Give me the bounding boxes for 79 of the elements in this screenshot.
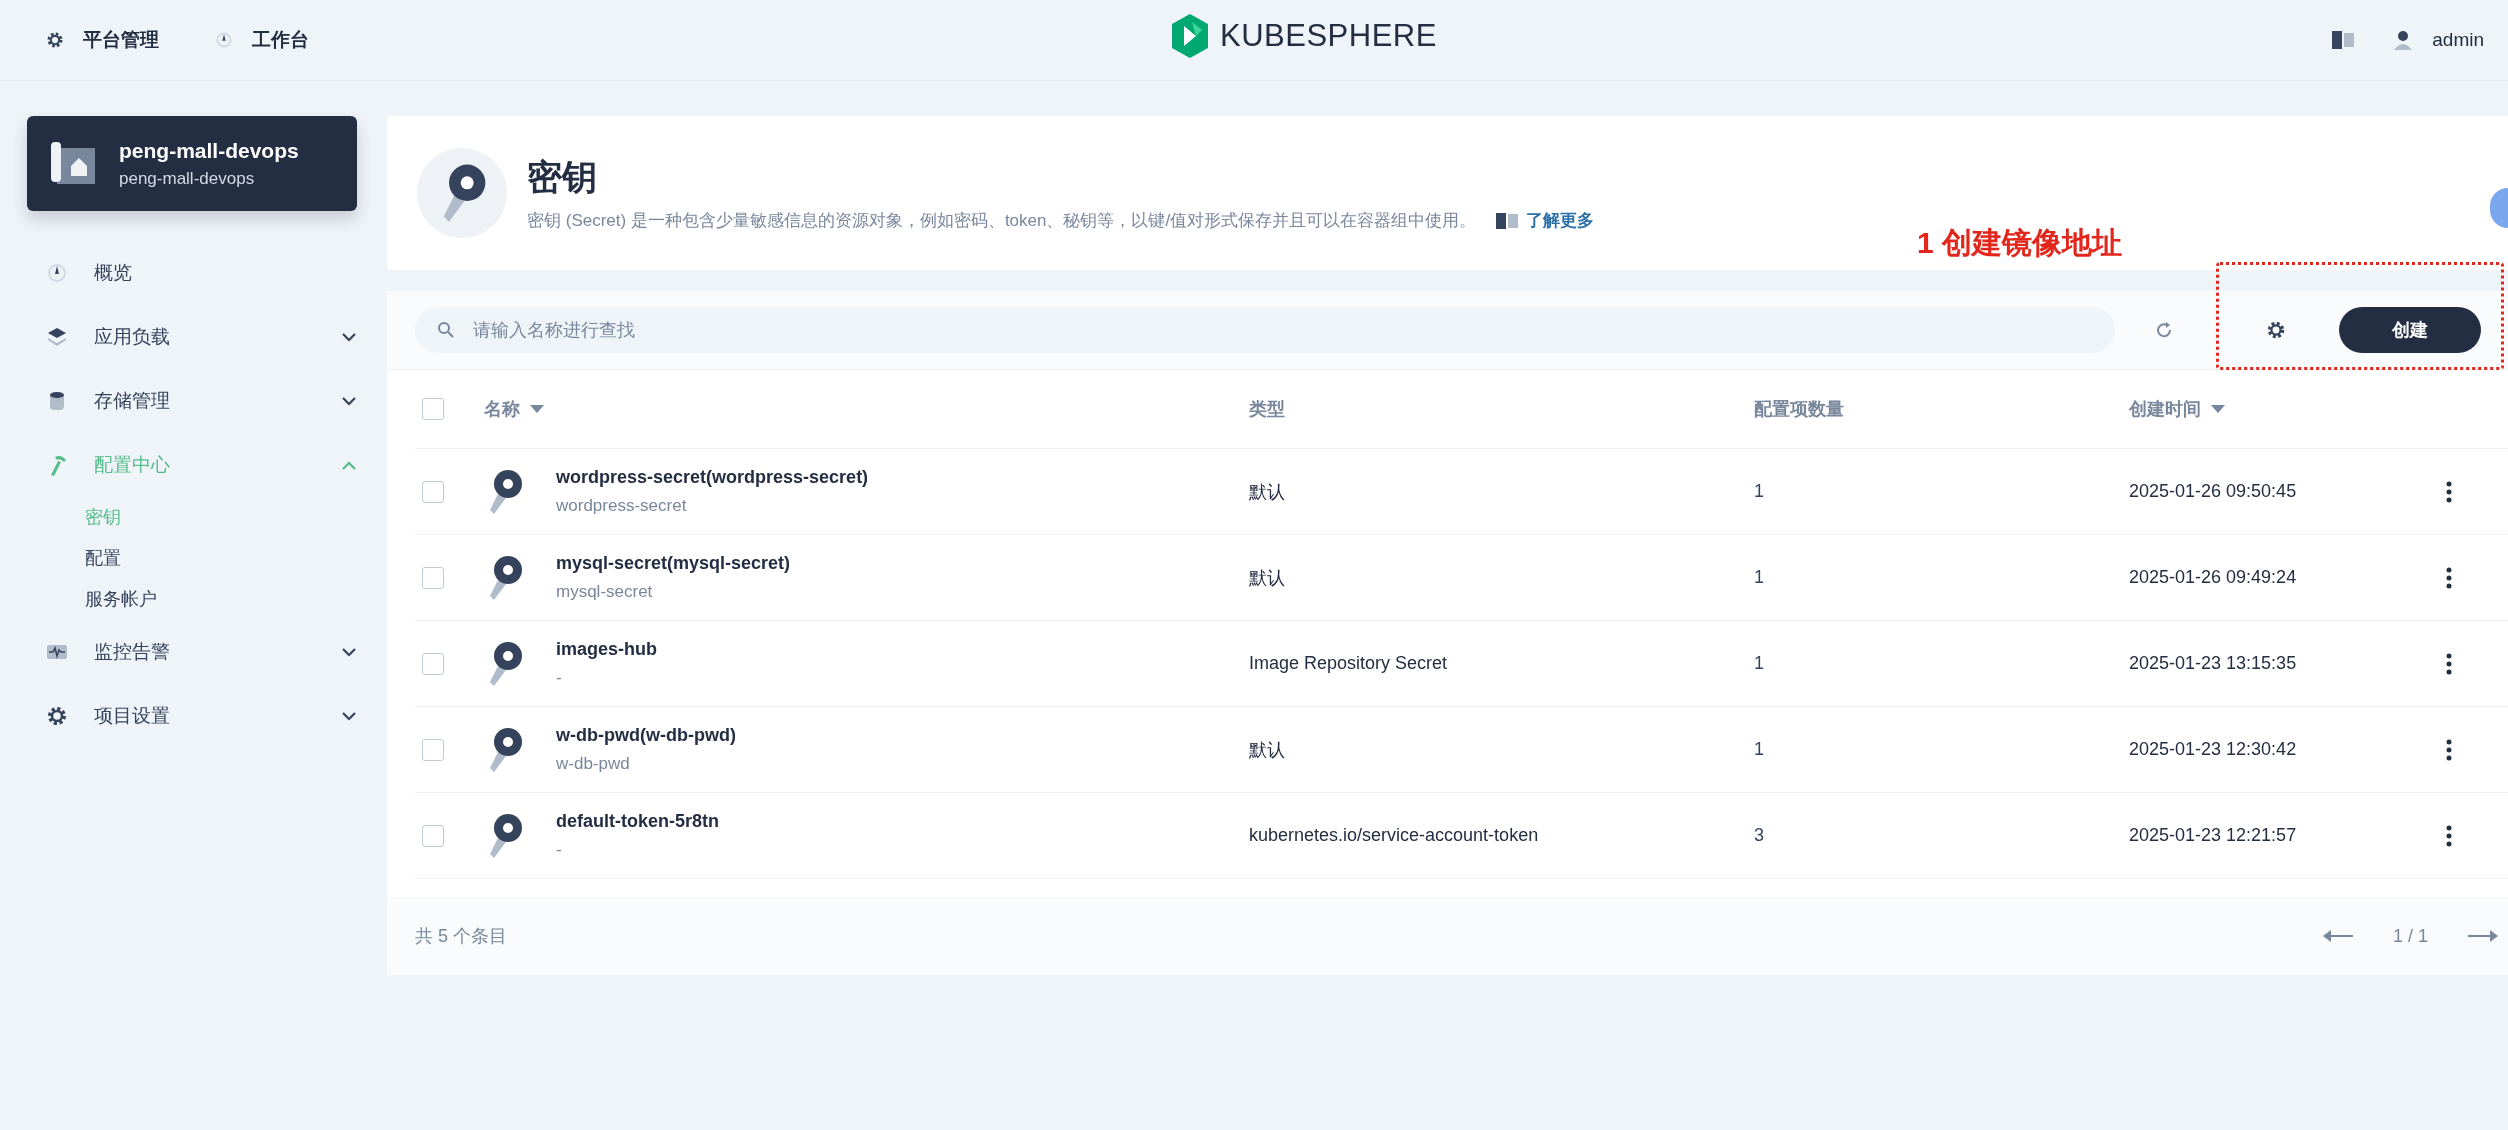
project-title: peng-mall-devops <box>119 138 299 163</box>
table-cell: 2025-01-26 09:50:45 <box>2129 481 2297 501</box>
sort-caret-icon <box>530 405 544 413</box>
nav-link[interactable]: 工作台 <box>252 27 309 53</box>
page-description: 密钥 (Secret) 是一种包含少量敏感信息的资源对象，例如密码、token、秘钥等，以键/值对形式保存并且可以在容器组中使用。 <box>527 210 1477 232</box>
column-header: 类型 <box>1249 398 1285 421</box>
column-header[interactable]: 创建时间 <box>2129 397 2225 421</box>
page-indicator: 1 / 1 <box>2392 925 2428 947</box>
column-header[interactable]: 名称 <box>484 397 544 421</box>
logo-text: KUBESPHERE <box>1220 18 1437 54</box>
sidebar-item[interactable]: 存储管理 <box>0 369 387 433</box>
checkbox[interactable] <box>422 738 444 761</box>
checkbox[interactable] <box>422 566 444 589</box>
learn-more-link[interactable]: 了解更多 <box>1526 209 1595 232</box>
gauge-icon <box>45 261 69 285</box>
more-icon[interactable] <box>2446 480 2452 503</box>
more-icon[interactable] <box>2446 566 2452 589</box>
arrow-left-icon[interactable] <box>2322 929 2353 943</box>
table-cell: 2025-01-26 09:49:24 <box>2129 567 2297 587</box>
table-cell: 2025-01-23 12:30:42 <box>2129 739 2297 759</box>
table-cell: 1 <box>1754 481 1764 501</box>
table-cell: 1 <box>1754 653 1764 673</box>
table-cell: 默认 <box>1249 481 1285 502</box>
checkbox[interactable] <box>422 824 444 847</box>
user-name[interactable]: admin <box>2432 29 2484 51</box>
project-icon <box>51 141 95 186</box>
secret-name[interactable]: images-hub <box>556 639 1249 660</box>
checkbox[interactable] <box>422 398 444 420</box>
table-cell: 默认 <box>1249 567 1285 588</box>
checkbox[interactable] <box>422 480 444 503</box>
layers-icon <box>45 325 69 349</box>
checkbox[interactable] <box>422 652 444 675</box>
secret-alias: mysql-secret <box>556 582 654 602</box>
page-title: 密钥 <box>527 156 598 198</box>
sidebar-item[interactable]: 概览 <box>0 241 387 305</box>
column-header: 配置项数量 <box>1754 398 1844 421</box>
table-cell: 1 <box>1754 739 1764 759</box>
sort-caret-icon <box>2211 405 2225 413</box>
secret-name[interactable]: w-db-pwd(w-db-pwd) <box>556 725 1249 746</box>
create-button[interactable]: 创建 <box>2339 307 2481 353</box>
search-icon <box>437 321 455 339</box>
sidebar-item[interactable]: 监控告警 <box>0 620 387 684</box>
book-icon <box>1496 212 1519 229</box>
logo-icon <box>1170 14 1210 58</box>
table-cell: 2025-01-23 13:15:35 <box>2129 653 2297 673</box>
book-icon[interactable] <box>2332 31 2355 49</box>
secret-alias: w-db-pwd <box>556 754 631 774</box>
secret-alias: - <box>556 668 563 688</box>
gear-icon <box>45 30 65 50</box>
arrow-right-icon[interactable] <box>2468 929 2498 943</box>
project-card[interactable]: peng-mall-devops peng-mall-devops <box>27 116 357 211</box>
settings-icon[interactable] <box>2265 319 2287 341</box>
secret-name[interactable]: default-token-5r8tn <box>556 811 1249 832</box>
more-icon[interactable] <box>2446 652 2452 675</box>
gear-icon <box>45 704 69 728</box>
nav-link[interactable]: 平台管理 <box>83 27 159 53</box>
annotation-text: 1 创建镜像地址 <box>1917 225 2123 261</box>
secret-alias: wordpress-secret <box>556 496 688 516</box>
project-subtitle: peng-mall-devops <box>119 168 256 189</box>
more-icon[interactable] <box>2446 824 2452 847</box>
table-cell: 默认 <box>1249 739 1285 760</box>
secret-name[interactable]: mysql-secret(mysql-secret) <box>556 553 1249 574</box>
secret-name[interactable]: wordpress-secret(wordpress-secret) <box>556 467 1249 488</box>
gauge-icon <box>214 30 234 50</box>
sidebar-item[interactable]: 应用负载 <box>0 305 387 369</box>
search-field[interactable]: 请输入名称进行查找 <box>415 307 2115 353</box>
table-cell: Image Repository Secret <box>1249 653 1448 673</box>
sidebar-subitem[interactable]: 配置 <box>0 538 387 579</box>
refresh-icon[interactable] <box>2155 321 2173 339</box>
table-cell: 3 <box>1754 825 1764 845</box>
more-icon[interactable] <box>2446 738 2452 761</box>
table-cell: 2025-01-23 12:21:57 <box>2129 825 2297 845</box>
sidebar-subitem[interactable]: 服务帐户 <box>0 579 387 620</box>
sidebar-item[interactable]: 项目设置 <box>0 684 387 748</box>
secret-alias: - <box>556 840 563 860</box>
table-cell: 1 <box>1754 567 1764 587</box>
table-cell: kubernetes.io/service-account-token <box>1249 825 1539 845</box>
user-icon[interactable] <box>2394 30 2413 50</box>
total-count: 共 5 个条目 <box>415 925 507 948</box>
